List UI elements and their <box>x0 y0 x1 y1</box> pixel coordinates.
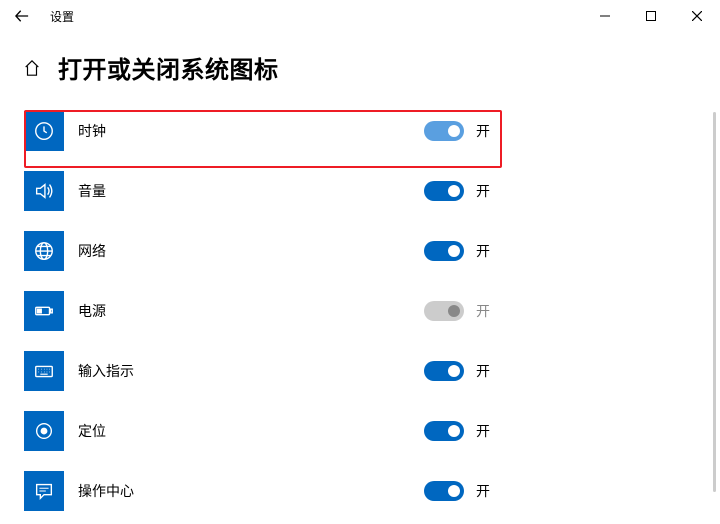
toggle-ime[interactable] <box>424 361 464 381</box>
toggle-clock[interactable] <box>424 121 464 141</box>
row-label: 时钟 <box>78 121 424 141</box>
toggle-state: 开 <box>476 181 490 201</box>
clock-icon <box>24 111 64 151</box>
close-button[interactable] <box>674 0 720 32</box>
row-action-center: 操作中心 开 <box>24 471 720 511</box>
toggle-state: 开 <box>476 481 490 501</box>
home-button[interactable] <box>22 58 42 78</box>
scrollbar[interactable] <box>713 112 716 492</box>
maximize-button[interactable] <box>628 0 674 32</box>
toggle-state: 开 <box>476 241 490 261</box>
toggle-state: 开 <box>476 301 490 321</box>
toggle-action-center[interactable] <box>424 481 464 501</box>
window-title: 设置 <box>50 8 74 25</box>
row-network: 网络 开 <box>24 231 720 271</box>
battery-icon <box>24 291 64 331</box>
toggle-volume[interactable] <box>424 181 464 201</box>
page-header: 打开或关闭系统图标 <box>0 32 720 85</box>
row-power: 电源 开 <box>24 291 720 331</box>
back-button[interactable] <box>8 2 36 30</box>
window-controls <box>582 0 720 32</box>
row-label: 网络 <box>78 241 424 261</box>
titlebar: 设置 <box>0 0 720 32</box>
keyboard-icon <box>24 351 64 391</box>
minimize-button[interactable] <box>582 0 628 32</box>
system-icons-list: 时钟 开 音量 开 网络 开 电源 开 <box>0 111 720 511</box>
toggle-network[interactable] <box>424 241 464 261</box>
page-title: 打开或关闭系统图标 <box>58 50 279 85</box>
row-ime: 输入指示 开 <box>24 351 720 391</box>
row-volume: 音量 开 <box>24 171 720 211</box>
message-icon <box>24 471 64 511</box>
row-label: 音量 <box>78 181 424 201</box>
row-label: 定位 <box>78 421 424 441</box>
row-clock: 时钟 开 <box>24 111 720 151</box>
toggle-state: 开 <box>476 421 490 441</box>
row-label: 操作中心 <box>78 481 424 501</box>
row-location: 定位 开 <box>24 411 720 451</box>
target-icon <box>24 411 64 451</box>
toggle-state: 开 <box>476 121 490 141</box>
row-label: 输入指示 <box>78 361 424 381</box>
volume-icon <box>24 171 64 211</box>
toggle-power <box>424 301 464 321</box>
toggle-state: 开 <box>476 361 490 381</box>
row-label: 电源 <box>78 301 424 321</box>
globe-icon <box>24 231 64 271</box>
toggle-location[interactable] <box>424 421 464 441</box>
